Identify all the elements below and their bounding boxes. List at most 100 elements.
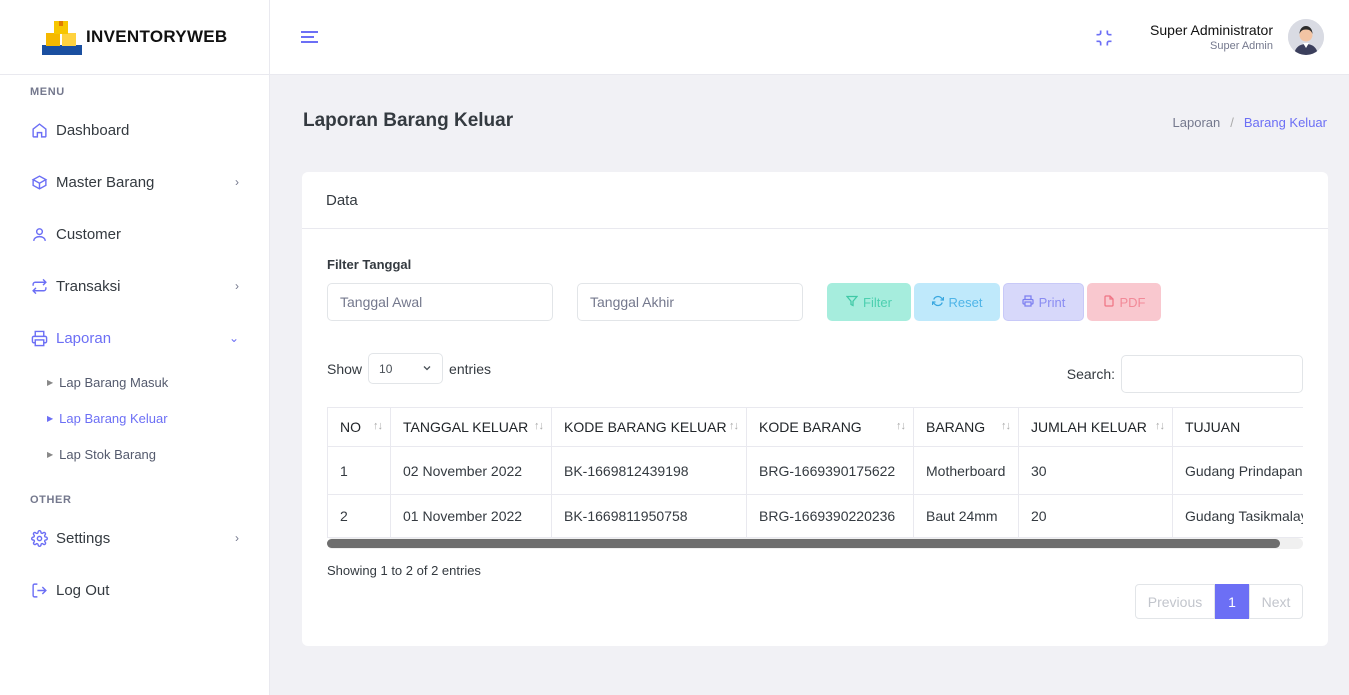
user-menu[interactable]: Super Administrator Super Admin (1150, 19, 1324, 55)
chevron-right-icon: › (235, 531, 239, 545)
brand-name: INVENTORYWEB (86, 27, 228, 46)
sidebar: INVENTORYWEB MENU Dashboard Master Baran… (0, 0, 270, 695)
menu-toggle-icon[interactable] (300, 29, 320, 45)
caret-icon: ▶ (47, 413, 54, 423)
home-icon (30, 121, 48, 139)
reset-button-label: Reset (948, 294, 983, 310)
sidebar-item-transaksi[interactable]: Transaksi › (0, 260, 269, 312)
chevron-down-icon: ⌄ (228, 331, 239, 345)
avatar (1288, 19, 1324, 55)
menu-section-title: MENU (30, 86, 65, 98)
pdf-button[interactable]: PDF (1087, 283, 1161, 321)
sort-icon: ↑↓ (373, 420, 383, 432)
scrollbar-thumb[interactable] (327, 539, 1280, 548)
logout-icon (30, 581, 48, 599)
sidebar-item-logout[interactable]: Log Out (0, 564, 269, 616)
entries-label: entries (449, 360, 492, 377)
breadcrumb-item-current: Barang Keluar (1243, 115, 1327, 130)
printer-icon (30, 329, 48, 347)
sidebar-item-master-barang[interactable]: Master Barang › (0, 156, 269, 208)
gear-icon (30, 529, 48, 547)
sidebar-subitem-lap-barang-masuk[interactable]: ▶ Lap Barang Masuk (0, 364, 269, 400)
cell-jumlah-keluar: 20 (1018, 494, 1173, 538)
sort-icon: ↑↓ (1155, 420, 1165, 432)
pagination-page-1[interactable]: 1 (1215, 584, 1249, 619)
sidebar-subitem-lap-stok-barang[interactable]: ▶ Lap Stok Barang (0, 436, 269, 472)
entries-select-value: 10 (379, 361, 393, 376)
pagination-previous[interactable]: Previous (1135, 584, 1215, 619)
filter-button[interactable]: Filter (827, 283, 911, 321)
column-header-jumlah-keluar[interactable]: JUMLAH KELUAR ↑↓ (1018, 407, 1173, 447)
column-header-tanggal-keluar[interactable]: TANGGAL KELUAR ↑↓ (390, 407, 552, 447)
sidebar-item-laporan[interactable]: Laporan ⌄ (0, 312, 269, 364)
cell-tanggal-keluar: 02 November 2022 (390, 446, 552, 495)
pagination: Previous 1 Next (1135, 584, 1303, 619)
sort-icon: ↑↓ (896, 420, 906, 432)
cell-kode-barang-keluar: BK-1669812439198 (551, 446, 747, 495)
box-icon (30, 173, 48, 191)
cell-no: 2 (327, 494, 391, 538)
sidebar-subitem-lap-barang-keluar[interactable]: ▶ Lap Barang Keluar (0, 400, 269, 436)
table-row: 1 02 November 2022 BK-1669812439198 BRG-… (327, 446, 1303, 495)
column-header-tujuan[interactable]: TUJUAN (1172, 407, 1303, 447)
sort-icon: ↑↓ (1001, 420, 1011, 432)
boxes-logo-icon (42, 19, 82, 55)
print-button[interactable]: Print (1003, 283, 1084, 321)
cell-kode-barang: BRG-1669390220236 (746, 494, 914, 538)
column-header-kode-barang[interactable]: KODE BARANG ↑↓ (746, 407, 914, 447)
cell-tujuan: Gudang Prindapan (1172, 446, 1303, 495)
brand[interactable]: INVENTORYWEB (0, 0, 269, 75)
pdf-button-label: PDF (1119, 294, 1146, 310)
sidebar-item-label: Settings (56, 529, 111, 547)
sidebar-item-label: Transaksi (56, 277, 121, 295)
entries-length-control: Show 10 entries (327, 353, 491, 384)
page-title: Laporan Barang Keluar (303, 110, 514, 131)
caret-icon: ▶ (47, 449, 54, 459)
table-info: Showing 1 to 2 of 2 entries (327, 563, 481, 578)
caret-icon: ▶ (47, 377, 54, 387)
funnel-icon (845, 295, 859, 310)
cell-kode-barang: BRG-1669390175622 (746, 446, 914, 495)
data-table-wrapper: NO ↑↓ TANGGAL KELUAR ↑↓ KODE BARANG KELUAR… (327, 407, 1303, 550)
sidebar-subitem-label: Lap Barang Masuk (59, 374, 169, 390)
table-horizontal-scrollbar[interactable] (327, 538, 1303, 549)
other-section-title: OTHER (30, 494, 72, 506)
table-row: 2 01 November 2022 BK-1669811950758 BRG-… (327, 494, 1303, 538)
topbar: Super Administrator Super Admin (270, 0, 1349, 75)
start-date-input[interactable] (327, 283, 553, 321)
table-search: Search: (1067, 355, 1303, 393)
filter-button-label: Filter (863, 294, 892, 310)
cell-tujuan: Gudang Tasikmalaya (1172, 494, 1303, 538)
breadcrumb-separator: / (1230, 115, 1234, 130)
cell-no: 1 (327, 446, 391, 495)
table-header-row: NO ↑↓ TANGGAL KELUAR ↑↓ KODE BARANG KELUAR… (327, 407, 1303, 447)
user-icon (30, 225, 48, 243)
column-header-barang[interactable]: BARANG ↑↓ (913, 407, 1019, 447)
search-input[interactable] (1121, 355, 1303, 393)
end-date-input[interactable] (577, 283, 803, 321)
entries-select[interactable]: 10 (368, 353, 444, 384)
sidebar-subitem-label: Lap Stok Barang (59, 446, 157, 462)
pagination-next[interactable]: Next (1249, 584, 1303, 619)
show-label: Show (327, 360, 363, 377)
sidebar-item-label: Dashboard (56, 121, 130, 139)
sidebar-subitem-label: Lap Barang Keluar (59, 410, 168, 426)
sidebar-item-customer[interactable]: Customer (0, 208, 269, 260)
sidebar-item-settings[interactable]: Settings › (0, 512, 269, 564)
cell-barang: Motherboard (913, 446, 1019, 495)
user-role: Super Admin (1210, 40, 1273, 52)
refresh-icon (931, 295, 944, 310)
sidebar-item-dashboard[interactable]: Dashboard (0, 104, 269, 156)
print-button-label: Print (1038, 294, 1066, 310)
column-header-no[interactable]: NO ↑↓ (327, 407, 391, 447)
repeat-icon (30, 277, 48, 295)
reset-button[interactable]: Reset (914, 283, 1000, 321)
fullscreen-exit-icon[interactable] (1094, 28, 1114, 48)
column-header-kode-barang-keluar[interactable]: KODE BARANG KELUAR ↑↓ (551, 407, 747, 447)
user-info: Super Administrator Super Admin (1150, 22, 1273, 52)
sort-icon: ↑↓ (534, 420, 544, 432)
breadcrumb-item-laporan[interactable]: Laporan (1173, 115, 1221, 130)
cell-barang: Baut 24mm (913, 494, 1019, 538)
cell-kode-barang-keluar: BK-1669811950758 (551, 494, 747, 538)
card-title: Data (302, 172, 1328, 229)
